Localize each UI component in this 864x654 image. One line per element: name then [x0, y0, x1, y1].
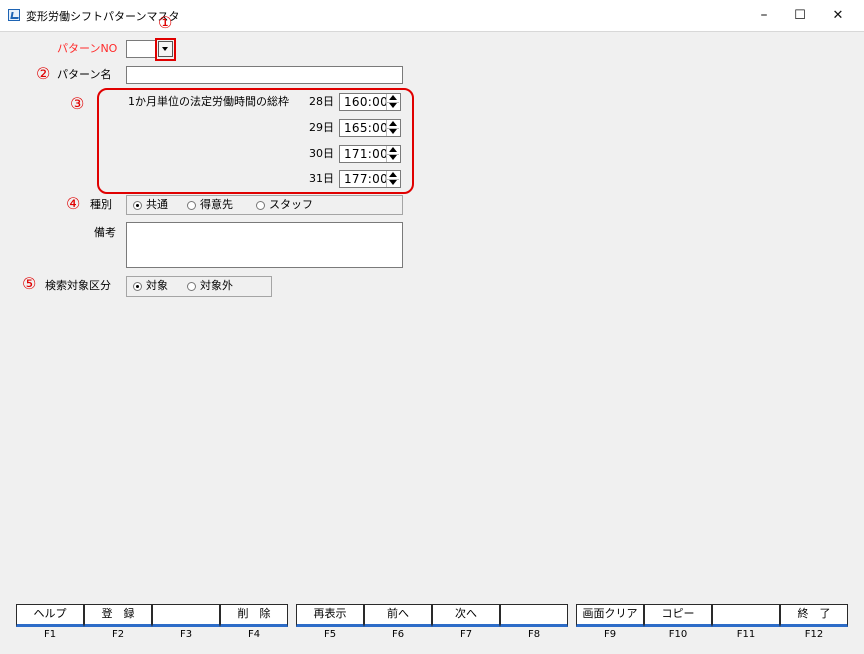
- f8-button[interactable]: [500, 604, 568, 627]
- category-option-customer[interactable]: 得意先: [200, 198, 233, 212]
- annotation-5: ⑤: [22, 274, 37, 293]
- annotation-2: ②: [36, 64, 51, 83]
- f5-key-label: F5: [323, 629, 337, 640]
- f6-key-label: F6: [391, 629, 405, 640]
- minimize-button[interactable]: –: [746, 0, 782, 31]
- category-radio-staff[interactable]: [256, 201, 265, 210]
- previous-button[interactable]: 前へ: [364, 604, 432, 627]
- legal-hours-label: 1か月単位の法定労働時間の総枠: [128, 95, 289, 108]
- hours-31-value: 177:00: [344, 172, 389, 186]
- hours-29-stepper[interactable]: 165:00: [339, 119, 401, 137]
- f10-key-label: F10: [668, 629, 688, 640]
- register-button[interactable]: 登 録: [84, 604, 152, 627]
- function-key-bar: ヘルプ 登 録 削 除 再表示 前へ 次へ 画面クリア コピー 終 了: [16, 604, 848, 627]
- f1-key-label: F1: [43, 629, 57, 640]
- spin-down-icon[interactable]: [387, 179, 399, 187]
- search-target-radio-target[interactable]: [133, 282, 142, 291]
- f7-key-label: F7: [459, 629, 473, 640]
- annotation-4: ④: [66, 194, 81, 213]
- maximize-button[interactable]: ☐: [782, 0, 818, 31]
- day-31-label: 31日: [309, 172, 334, 185]
- category-option-common[interactable]: 共通: [146, 198, 168, 212]
- category-radio-customer[interactable]: [187, 201, 196, 210]
- hours-30-value: 171:00: [344, 147, 389, 161]
- title-bar: 変形労働シフトパターンマスタ – ☐ ✕: [0, 0, 864, 32]
- day-29-label: 29日: [309, 121, 334, 134]
- exit-button[interactable]: 終 了: [780, 604, 848, 627]
- spin-down-icon[interactable]: [387, 102, 399, 110]
- category-option-staff[interactable]: スタッフ: [269, 198, 313, 212]
- f3-key-label: F3: [179, 629, 193, 640]
- day-30-label: 30日: [309, 147, 334, 160]
- remarks-textarea[interactable]: [126, 222, 403, 268]
- f11-key-label: F11: [736, 629, 756, 640]
- f4-key-label: F4: [247, 629, 261, 640]
- hours-28-stepper[interactable]: 160:00: [339, 93, 401, 111]
- f11-button[interactable]: [712, 604, 780, 627]
- copy-button[interactable]: コピー: [644, 604, 712, 627]
- help-button[interactable]: ヘルプ: [16, 604, 84, 627]
- category-radio-common[interactable]: [133, 201, 142, 210]
- pattern-no-dropdown-button[interactable]: [158, 41, 173, 57]
- search-target-option-excluded[interactable]: 対象外: [200, 279, 233, 293]
- hours-30-stepper[interactable]: 171:00: [339, 145, 401, 163]
- search-target-option-target[interactable]: 対象: [146, 279, 168, 293]
- pattern-no-label: パターンNO: [57, 42, 118, 55]
- hours-31-stepper[interactable]: 177:00: [339, 170, 401, 188]
- annotation-3: ③: [70, 94, 85, 113]
- clear-screen-button[interactable]: 画面クリア: [576, 604, 644, 627]
- f2-key-label: F2: [111, 629, 125, 640]
- app-icon: [8, 9, 20, 21]
- pattern-name-input[interactable]: [126, 66, 403, 84]
- category-label: 種別: [90, 198, 112, 211]
- spin-down-icon[interactable]: [387, 128, 399, 136]
- search-target-radio-excluded[interactable]: [187, 282, 196, 291]
- search-target-label: 検索対象区分: [45, 279, 111, 292]
- spin-down-icon[interactable]: [387, 154, 399, 162]
- hours-29-value: 165:00: [344, 121, 389, 135]
- delete-button[interactable]: 削 除: [220, 604, 288, 627]
- remarks-label: 備考: [94, 226, 116, 239]
- annotation-1: ①: [158, 13, 173, 32]
- window-title: 変形労働シフトパターンマスタ: [26, 10, 180, 23]
- f12-key-label: F12: [804, 629, 824, 640]
- hours-28-value: 160:00: [344, 95, 389, 109]
- pattern-name-label: パターン名: [57, 68, 112, 81]
- f8-key-label: F8: [527, 629, 541, 640]
- day-28-label: 28日: [309, 95, 334, 108]
- redisplay-button[interactable]: 再表示: [296, 604, 364, 627]
- pattern-no-input[interactable]: [126, 40, 156, 58]
- close-button[interactable]: ✕: [820, 0, 856, 31]
- f9-key-label: F9: [603, 629, 617, 640]
- next-button[interactable]: 次へ: [432, 604, 500, 627]
- f3-button[interactable]: [152, 604, 220, 627]
